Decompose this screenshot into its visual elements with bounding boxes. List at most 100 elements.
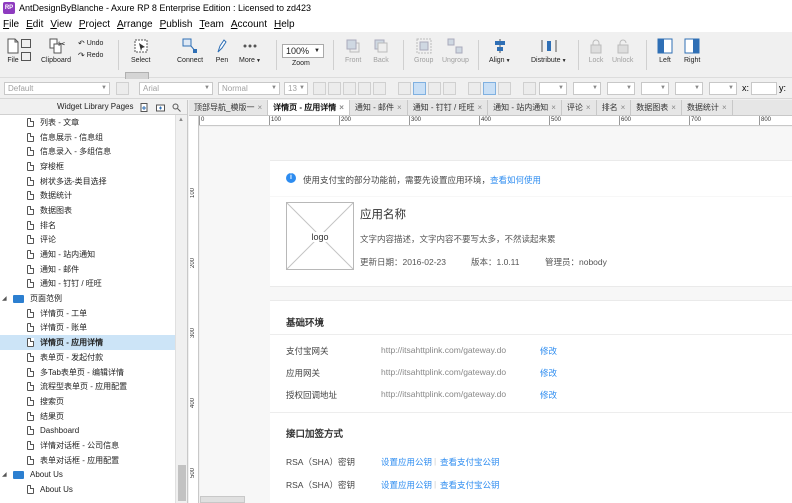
menu-arrange[interactable]: Arrange bbox=[117, 19, 153, 30]
add-folder-icon[interactable] bbox=[156, 103, 165, 112]
page-tab[interactable]: 排名 × bbox=[597, 100, 632, 115]
tree-page[interactable]: 树状多选-类目选择 bbox=[0, 174, 176, 189]
edit-link[interactable]: 修改 bbox=[540, 345, 557, 357]
align-justify-button[interactable] bbox=[443, 82, 456, 95]
close-icon[interactable]: × bbox=[722, 103, 727, 112]
lock-button[interactable]: Lock bbox=[588, 38, 604, 64]
page-tab[interactable]: 数据图表 × bbox=[631, 100, 682, 115]
menu-edit[interactable]: Edit bbox=[26, 19, 43, 30]
arrow-style-select[interactable]: ▼ bbox=[709, 82, 737, 95]
connect-button[interactable]: Connect bbox=[177, 38, 203, 64]
left-panel-toggle[interactable]: Left bbox=[657, 38, 673, 64]
tree-page[interactable]: 表单页 - 发起付款 bbox=[0, 350, 176, 365]
page-tab[interactable]: 通知 - 邮件 × bbox=[350, 100, 408, 115]
tree-page[interactable]: 详情页 - 应用详情 bbox=[0, 335, 176, 350]
close-icon[interactable]: × bbox=[477, 103, 482, 112]
font-weight-select[interactable]: Normal ▼ bbox=[218, 82, 280, 95]
menu-file[interactable]: File bbox=[3, 19, 19, 30]
page-tab[interactable]: 评论 × bbox=[562, 100, 597, 115]
tree-page[interactable]: 通知 - 邮件 bbox=[0, 262, 176, 277]
tree-page[interactable]: 信息录入 - 多组信息 bbox=[0, 144, 176, 159]
canvas-horizontal-scrollbar[interactable] bbox=[200, 496, 245, 503]
menu-help[interactable]: Help bbox=[274, 19, 295, 30]
set-app-key-link[interactable]: 设置应用公钥 bbox=[381, 456, 432, 468]
page-tab[interactable]: 通知 - 站内通知 × bbox=[488, 100, 562, 115]
unlock-button[interactable]: Unlock bbox=[612, 38, 633, 64]
tree-folder[interactable]: ◢ 页面范例 bbox=[0, 291, 176, 306]
add-page-icon[interactable] bbox=[140, 103, 149, 112]
right-panel-toggle[interactable]: Right bbox=[684, 38, 700, 64]
tree-page[interactable]: 详情页 - 工单 bbox=[0, 306, 176, 321]
search-icon[interactable] bbox=[172, 103, 181, 112]
text-color-button[interactable] bbox=[358, 82, 371, 95]
page-tab[interactable]: 数据统计 × bbox=[682, 100, 733, 115]
collapse-arrow-icon[interactable]: ◢ bbox=[2, 471, 10, 478]
align-right-button[interactable] bbox=[428, 82, 441, 95]
format-painter-button[interactable] bbox=[116, 82, 129, 95]
alert-link[interactable]: 查看如何使用 bbox=[490, 175, 541, 185]
tree-page[interactable]: 通知 - 钉钉 / 旺旺 bbox=[0, 277, 176, 292]
fill-style-select[interactable]: ▼ bbox=[539, 82, 567, 95]
bring-front-button[interactable]: Front bbox=[345, 38, 361, 64]
close-icon[interactable]: × bbox=[621, 103, 626, 112]
collapse-arrow-icon[interactable]: ◢ bbox=[2, 295, 10, 302]
undo-button[interactable]: ↶ Undo bbox=[78, 39, 103, 48]
menu-project[interactable]: Project bbox=[79, 19, 110, 30]
border-style-select[interactable]: ▼ bbox=[675, 82, 703, 95]
view-alipay-key-link[interactable]: 查看支付宝公钥 bbox=[440, 479, 500, 491]
tree-page[interactable]: 信息展示 - 信息组 bbox=[0, 130, 176, 145]
font-select[interactable]: Arial ▼ bbox=[139, 82, 213, 95]
close-icon[interactable]: × bbox=[397, 103, 402, 112]
cut-button[interactable]: ✂ bbox=[58, 39, 66, 50]
bullet-button[interactable] bbox=[373, 82, 386, 95]
font-size-select[interactable]: 13 ▼ bbox=[284, 82, 308, 95]
bold-button[interactable] bbox=[313, 82, 326, 95]
tree-page[interactable]: 多Tab表单页 - 编辑详情 bbox=[0, 365, 176, 380]
menu-publish[interactable]: Publish bbox=[160, 19, 193, 30]
close-icon[interactable]: × bbox=[586, 103, 591, 112]
style-select[interactable]: Default ▼ bbox=[4, 82, 110, 95]
pen-button[interactable]: Pen bbox=[214, 38, 230, 64]
scrollbar-thumb[interactable] bbox=[178, 465, 186, 501]
x-coordinate-input[interactable] bbox=[751, 82, 777, 95]
select-button[interactable]: Select bbox=[131, 38, 150, 64]
menu-team[interactable]: Team bbox=[199, 19, 223, 30]
tree-page[interactable]: 流程型表单页 - 应用配置 bbox=[0, 379, 176, 394]
italic-button[interactable] bbox=[328, 82, 341, 95]
border-width-select[interactable]: ▼ bbox=[641, 82, 669, 95]
tree-page[interactable]: 详情对话框 - 公司信息 bbox=[0, 438, 176, 453]
zoom-select[interactable]: 100% ▼ bbox=[282, 44, 324, 58]
page-tab[interactable]: 顶部导航_模版一 × bbox=[189, 100, 269, 115]
tree-page[interactable]: 数据图表 bbox=[0, 203, 176, 218]
valign-bottom-button[interactable] bbox=[498, 82, 511, 95]
fill-color-button[interactable] bbox=[523, 82, 536, 95]
align-left-button[interactable] bbox=[398, 82, 411, 95]
tree-page[interactable]: 详情页 - 账单 bbox=[0, 321, 176, 336]
valign-top-button[interactable] bbox=[468, 82, 481, 95]
align-button[interactable]: Align▼ bbox=[489, 38, 511, 64]
tree-page[interactable]: 排名 bbox=[0, 218, 176, 233]
tree-page[interactable]: 表单对话框 - 应用配置 bbox=[0, 453, 176, 468]
menu-account[interactable]: Account bbox=[231, 19, 267, 30]
tree-page[interactable]: About Us bbox=[0, 482, 176, 497]
redo-button[interactable]: ↷ Redo bbox=[78, 51, 103, 60]
group-button[interactable]: Group bbox=[414, 38, 433, 64]
menu-view[interactable]: View bbox=[50, 19, 72, 30]
tree-folder[interactable]: ◢ About Us bbox=[0, 468, 176, 483]
ungroup-button[interactable]: Ungroup bbox=[442, 38, 469, 64]
edit-link[interactable]: 修改 bbox=[540, 389, 557, 401]
view-alipay-key-link[interactable]: 查看支付宝公钥 bbox=[440, 456, 500, 468]
valign-middle-button[interactable] bbox=[483, 82, 496, 95]
tree-page[interactable]: Dashboard bbox=[0, 423, 176, 438]
file-button[interactable]: File bbox=[5, 38, 21, 64]
set-app-key-link[interactable]: 设置应用公钥 bbox=[381, 479, 432, 491]
close-icon[interactable]: × bbox=[257, 103, 262, 112]
send-back-button[interactable]: Back bbox=[373, 38, 389, 64]
tree-page[interactable]: 通知 - 站内通知 bbox=[0, 247, 176, 262]
tree-page[interactable]: 评论 bbox=[0, 233, 176, 248]
tree-page[interactable]: 列表 - 文章 bbox=[0, 115, 176, 130]
page-tab[interactable]: 通知 - 钉钉 / 旺旺 × bbox=[408, 100, 489, 115]
tree-page[interactable]: 结果页 bbox=[0, 409, 176, 424]
more-tools-button[interactable]: More▼ bbox=[239, 38, 261, 64]
tree-page[interactable]: 搜索页 bbox=[0, 394, 176, 409]
